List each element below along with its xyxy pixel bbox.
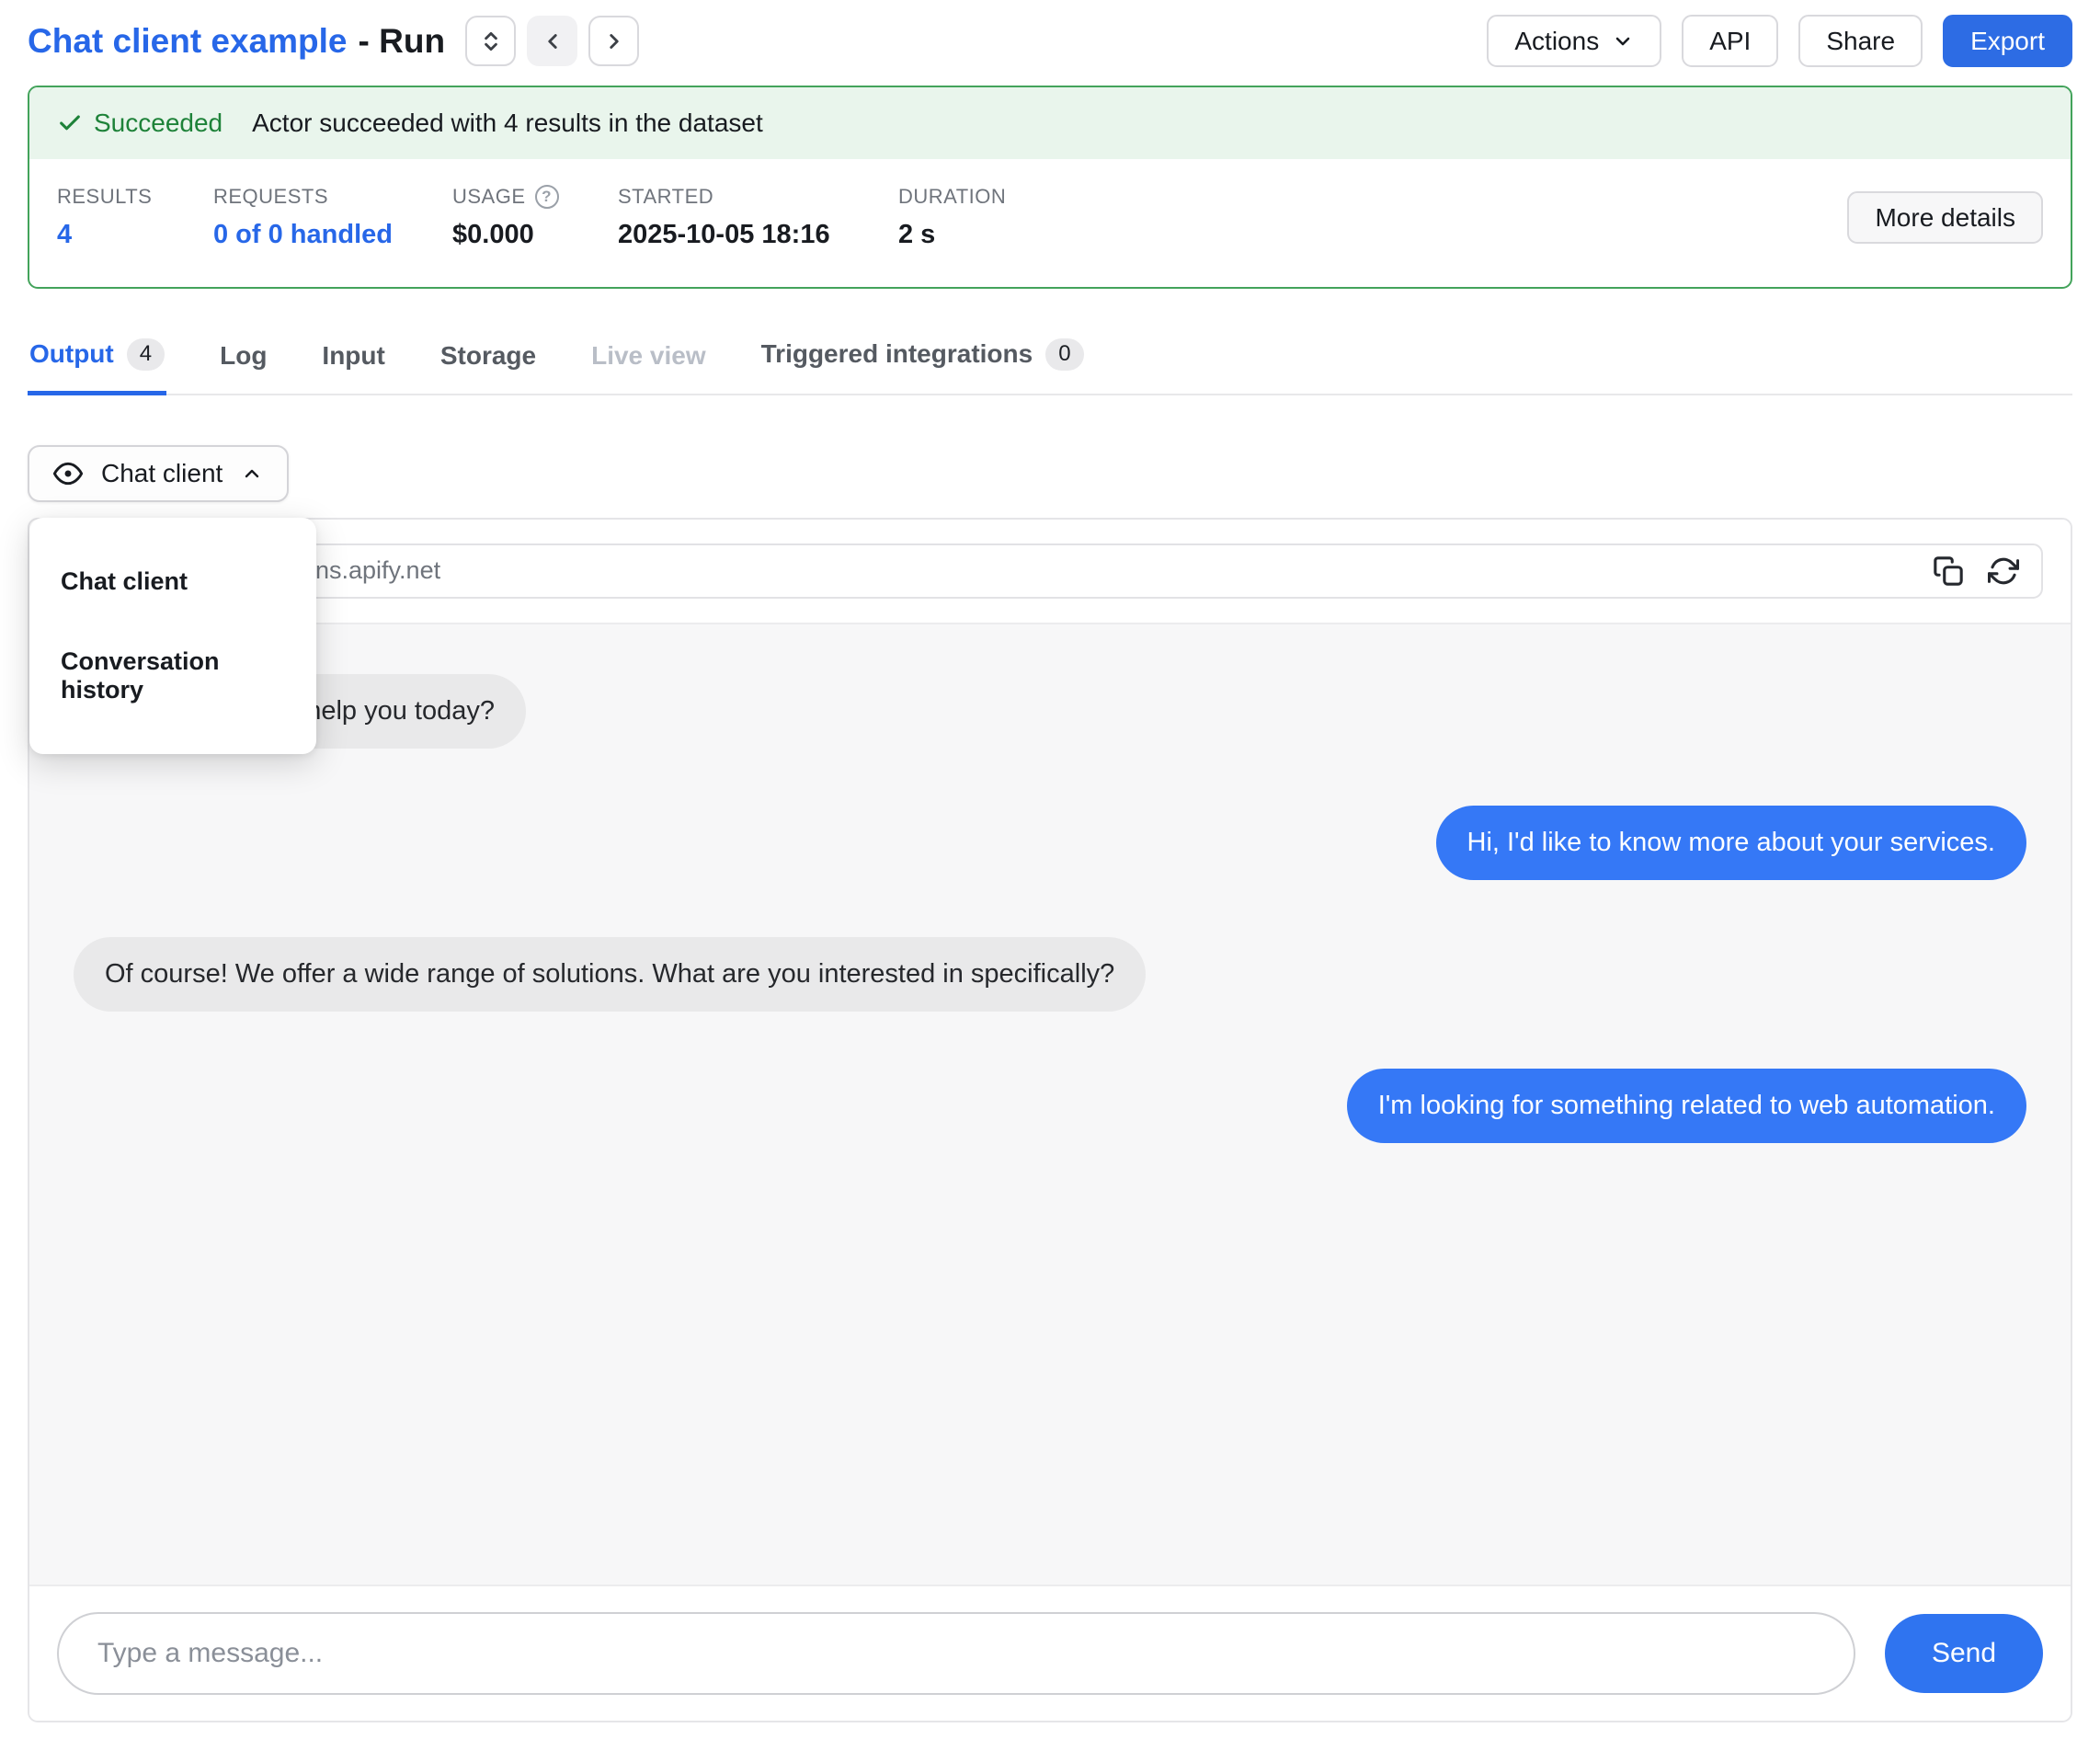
chevron-up-down-icon xyxy=(479,29,503,53)
page-title: Chat client example - Run xyxy=(28,22,445,61)
export-button[interactable]: Export xyxy=(1943,15,2072,67)
top-actions: Actions API Share Export xyxy=(1487,15,2072,67)
message-input[interactable] xyxy=(57,1612,1855,1695)
stat-usage-label: USAGE xyxy=(452,185,526,209)
chat-input-bar: Send xyxy=(29,1585,2071,1721)
dropdown-item-chat-client[interactable]: Chat client xyxy=(29,542,316,622)
stat-started: STARTED 2025-10-05 18:16 xyxy=(618,185,898,250)
tab-triggered-integrations-label: Triggered integrations xyxy=(761,339,1033,369)
stat-usage: USAGE ? $0.000 xyxy=(452,185,618,250)
stat-usage-value: $0.000 xyxy=(452,220,618,250)
output-viewer: Chat client Chat client Conversation his… xyxy=(28,445,2072,1722)
copy-icon[interactable] xyxy=(1933,555,1964,587)
tab-live-view-label: Live view xyxy=(591,341,706,371)
run-navigation xyxy=(465,16,639,66)
more-details-button[interactable]: More details xyxy=(1847,191,2043,244)
chevron-up-icon xyxy=(241,463,263,485)
api-button-label: API xyxy=(1709,27,1751,56)
chat-message-user: Hi, I'd like to know more about your ser… xyxy=(1436,806,2027,880)
send-button[interactable]: Send xyxy=(1885,1614,2043,1693)
frame-header: ns.apify.net xyxy=(29,520,2071,623)
send-button-label: Send xyxy=(1932,1638,1996,1668)
tab-output-label: Output xyxy=(29,339,114,369)
tab-log[interactable]: Log xyxy=(218,328,268,395)
run-stats: RESULTS 4 REQUESTS 0 of 0 handled USAGE … xyxy=(29,159,2071,287)
stat-duration-value: 2 s xyxy=(898,220,1082,250)
tab-input[interactable]: Input xyxy=(320,328,386,395)
actions-button-label: Actions xyxy=(1514,27,1599,56)
tab-triggered-integrations-badge: 0 xyxy=(1045,338,1083,371)
share-button[interactable]: Share xyxy=(1798,15,1923,67)
tab-output[interactable]: Output 4 xyxy=(28,326,166,395)
chevron-left-icon xyxy=(541,29,565,53)
more-details-label: More details xyxy=(1875,203,2015,233)
tab-output-badge: 4 xyxy=(127,338,165,371)
next-run-button[interactable] xyxy=(588,16,639,66)
stat-duration: DURATION 2 s xyxy=(898,185,1082,250)
chat-messages: Hello! How can I help you today? Hi, I'd… xyxy=(29,623,2071,1585)
run-tabs: Output 4 Log Input Storage Live view Tri… xyxy=(28,326,2072,395)
status-message: Actor succeeded with 4 results in the da… xyxy=(252,109,763,138)
frame-url: ns.apify.net xyxy=(315,556,440,585)
status-state-label: Succeeded xyxy=(94,109,223,138)
check-icon xyxy=(57,110,83,136)
stat-results: RESULTS 4 xyxy=(57,185,213,250)
stat-started-value: 2025-10-05 18:16 xyxy=(618,220,898,250)
stat-requests-value[interactable]: 0 of 0 handled xyxy=(213,220,452,250)
share-button-label: Share xyxy=(1826,27,1895,56)
actor-title-link[interactable]: Chat client example xyxy=(28,22,348,61)
dropdown-item-conversation-history[interactable]: Conversation history xyxy=(29,622,316,730)
chat-message-user: I'm looking for something related to web… xyxy=(1347,1069,2026,1143)
chat-message-bot: Of course! We offer a wide range of solu… xyxy=(74,937,1146,1012)
output-view-selector[interactable]: Chat client xyxy=(28,445,289,502)
status-banner: Succeeded Actor succeeded with 4 results… xyxy=(29,87,2071,159)
run-selector-button[interactable] xyxy=(465,16,516,66)
output-view-selector-label: Chat client xyxy=(101,459,223,488)
tab-storage[interactable]: Storage xyxy=(439,328,538,395)
url-bar: ns.apify.net xyxy=(57,543,2043,599)
tab-input-label: Input xyxy=(322,341,384,371)
help-icon[interactable]: ? xyxy=(535,185,559,209)
refresh-icon[interactable] xyxy=(1988,555,2019,587)
export-button-label: Export xyxy=(1970,27,2045,56)
stat-duration-label: DURATION xyxy=(898,185,1006,209)
stat-requests: REQUESTS 0 of 0 handled xyxy=(213,185,452,250)
tab-log-label: Log xyxy=(220,341,267,371)
actions-button[interactable]: Actions xyxy=(1487,15,1661,67)
run-status-card: Succeeded Actor succeeded with 4 results… xyxy=(28,86,2072,289)
stat-results-value[interactable]: 4 xyxy=(57,220,213,250)
eye-icon xyxy=(53,459,83,488)
stat-requests-label: REQUESTS xyxy=(213,185,328,209)
chevron-right-icon xyxy=(602,29,626,53)
output-view-dropdown: Chat client Conversation history xyxy=(29,518,316,754)
tab-triggered-integrations[interactable]: Triggered integrations 0 xyxy=(759,326,1086,395)
status-state: Succeeded xyxy=(57,109,223,138)
tab-live-view: Live view xyxy=(589,328,708,395)
url-bar-actions xyxy=(1933,555,2019,587)
previous-run-button[interactable] xyxy=(527,16,577,66)
chat-client-frame: ns.apify.net Hello! How can I help you t… xyxy=(28,518,2072,1722)
stat-results-label: RESULTS xyxy=(57,185,152,209)
chevron-down-icon xyxy=(1612,30,1634,52)
api-button[interactable]: API xyxy=(1682,15,1778,67)
top-bar: Chat client example - Run Actions A xyxy=(0,0,2100,86)
stat-started-label: STARTED xyxy=(618,185,713,209)
tab-storage-label: Storage xyxy=(440,341,536,371)
page-title-suffix: - Run xyxy=(359,22,446,61)
